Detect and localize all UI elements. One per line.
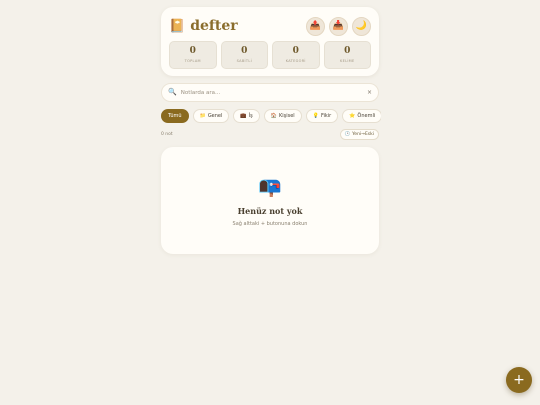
sort-button[interactable]: 🕓 Yeni→Eski xyxy=(339,129,379,140)
import-icon: 📥 xyxy=(332,20,345,31)
export-icon: 📤 xyxy=(309,20,322,31)
house-icon: 🏠 xyxy=(270,112,277,119)
clear-icon[interactable]: × xyxy=(367,89,372,96)
chip-label: Tümü xyxy=(168,113,182,119)
filter-chip-idea[interactable]: 💡 Fikir xyxy=(305,109,339,123)
chip-label: Genel xyxy=(207,113,223,119)
stats-row: 0 TOPLAM 0 SABİTLİ 0 KATEGORİ 0 KELİME xyxy=(169,41,371,69)
search-input[interactable] xyxy=(180,89,363,96)
chip-label: Kişisel xyxy=(278,113,295,119)
app-container: 📔 defter 📤 📥 🌙 0 TOPLAM 0 SABİTLİ 0 KATE… xyxy=(161,7,381,254)
search-bar: 🔍 × xyxy=(161,83,379,102)
lightbulb-icon: 💡 xyxy=(312,112,319,119)
chip-label: İş xyxy=(248,113,253,119)
list-meta-row: 0 not 🕓 Yeni→Eski xyxy=(161,129,379,140)
filter-chip-general[interactable]: 📁 Genel xyxy=(192,109,230,123)
star-icon: ⭐ xyxy=(349,112,356,119)
empty-title: Henüz not yok xyxy=(237,206,303,216)
empty-hint: Sağ alttaki + butonuna dokun xyxy=(232,221,308,227)
note-count: 0 not xyxy=(161,132,173,137)
stat-words: 0 KELİME xyxy=(323,41,371,69)
stat-label: SABİTLİ xyxy=(236,58,252,63)
import-button[interactable]: 📥 xyxy=(329,16,348,36)
stat-label: TOPLAM xyxy=(184,58,201,63)
header-row: 📔 defter 📤 📥 🌙 xyxy=(169,16,371,36)
filter-chip-personal[interactable]: 🏠 Kişisel xyxy=(263,109,302,123)
empty-state: 📭 Henüz not yok Sağ alttaki + butonuna d… xyxy=(161,147,379,254)
search-icon: 🔍 xyxy=(168,88,177,96)
export-button[interactable]: 📤 xyxy=(306,16,325,36)
stat-value: 0 xyxy=(189,46,196,57)
stat-total: 0 TOPLAM xyxy=(169,41,217,69)
stat-category: 0 KATEGORİ xyxy=(272,41,320,69)
filter-chip-work[interactable]: 💼 İş xyxy=(233,109,260,123)
chip-label: Fikir xyxy=(320,113,332,119)
filter-chips: Tümü 📁 Genel 💼 İş 🏠 Kişisel 💡 Fikir ⭐ Ön… xyxy=(161,109,381,123)
mailbox-icon: 📭 xyxy=(258,176,282,198)
plus-icon: + xyxy=(513,372,525,388)
sort-label: Yeni→Eski xyxy=(352,132,374,137)
filter-chip-important[interactable]: ⭐ Önemli xyxy=(342,109,381,123)
dark-mode-button[interactable]: 🌙 xyxy=(352,16,371,36)
stat-value: 0 xyxy=(292,46,299,57)
moon-icon: 🌙 xyxy=(355,20,368,31)
header-card: 📔 defter 📤 📥 🌙 0 TOPLAM 0 SABİTLİ 0 KATE… xyxy=(161,7,379,76)
stat-value: 0 xyxy=(344,46,351,57)
clock-icon: 🕓 xyxy=(344,132,351,137)
stat-value: 0 xyxy=(241,46,248,57)
header-actions: 📤 📥 🌙 xyxy=(306,16,371,36)
stat-pinned: 0 SABİTLİ xyxy=(220,41,268,69)
chip-label: Önemli xyxy=(357,113,376,119)
stat-label: KATEGORİ xyxy=(285,58,306,63)
filter-chip-all[interactable]: Tümü xyxy=(161,109,189,123)
add-note-button[interactable]: + xyxy=(506,367,532,393)
folder-icon: 📁 xyxy=(199,112,206,119)
notebook-icon: 📔 xyxy=(169,18,186,34)
stat-label: KELİME xyxy=(339,58,355,63)
brand: 📔 defter xyxy=(169,18,238,34)
app-title: defter xyxy=(190,18,238,34)
briefcase-icon: 💼 xyxy=(240,112,247,119)
